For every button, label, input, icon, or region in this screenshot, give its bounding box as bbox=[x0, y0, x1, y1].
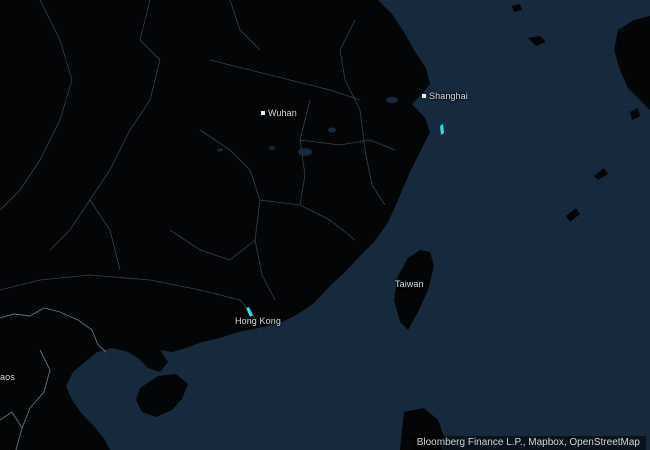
map-label-hong-kong[interactable]: Hong Kong bbox=[235, 316, 281, 326]
city-label-text: Shanghai bbox=[429, 91, 468, 101]
map-svg bbox=[0, 0, 650, 450]
country-label-text: aos bbox=[0, 372, 15, 382]
city-label-text: Hong Kong bbox=[235, 316, 281, 326]
region-label-text: Taiwan bbox=[395, 279, 424, 289]
map-label-shanghai[interactable]: Shanghai bbox=[422, 91, 468, 101]
city-label-text: Wuhan bbox=[268, 108, 297, 118]
map-attribution[interactable]: Bloomberg Finance L.P., Mapbox, OpenStre… bbox=[410, 436, 646, 450]
map-label-laos[interactable]: aos bbox=[0, 372, 15, 382]
city-marker-icon bbox=[422, 93, 426, 98]
map-label-taiwan[interactable]: Taiwan bbox=[395, 279, 424, 289]
map-canvas[interactable]: Wuhan Shanghai Taiwan Hong Kong aos Bloo… bbox=[0, 0, 650, 450]
city-marker-icon bbox=[261, 110, 265, 115]
map-label-wuhan[interactable]: Wuhan bbox=[261, 108, 297, 118]
